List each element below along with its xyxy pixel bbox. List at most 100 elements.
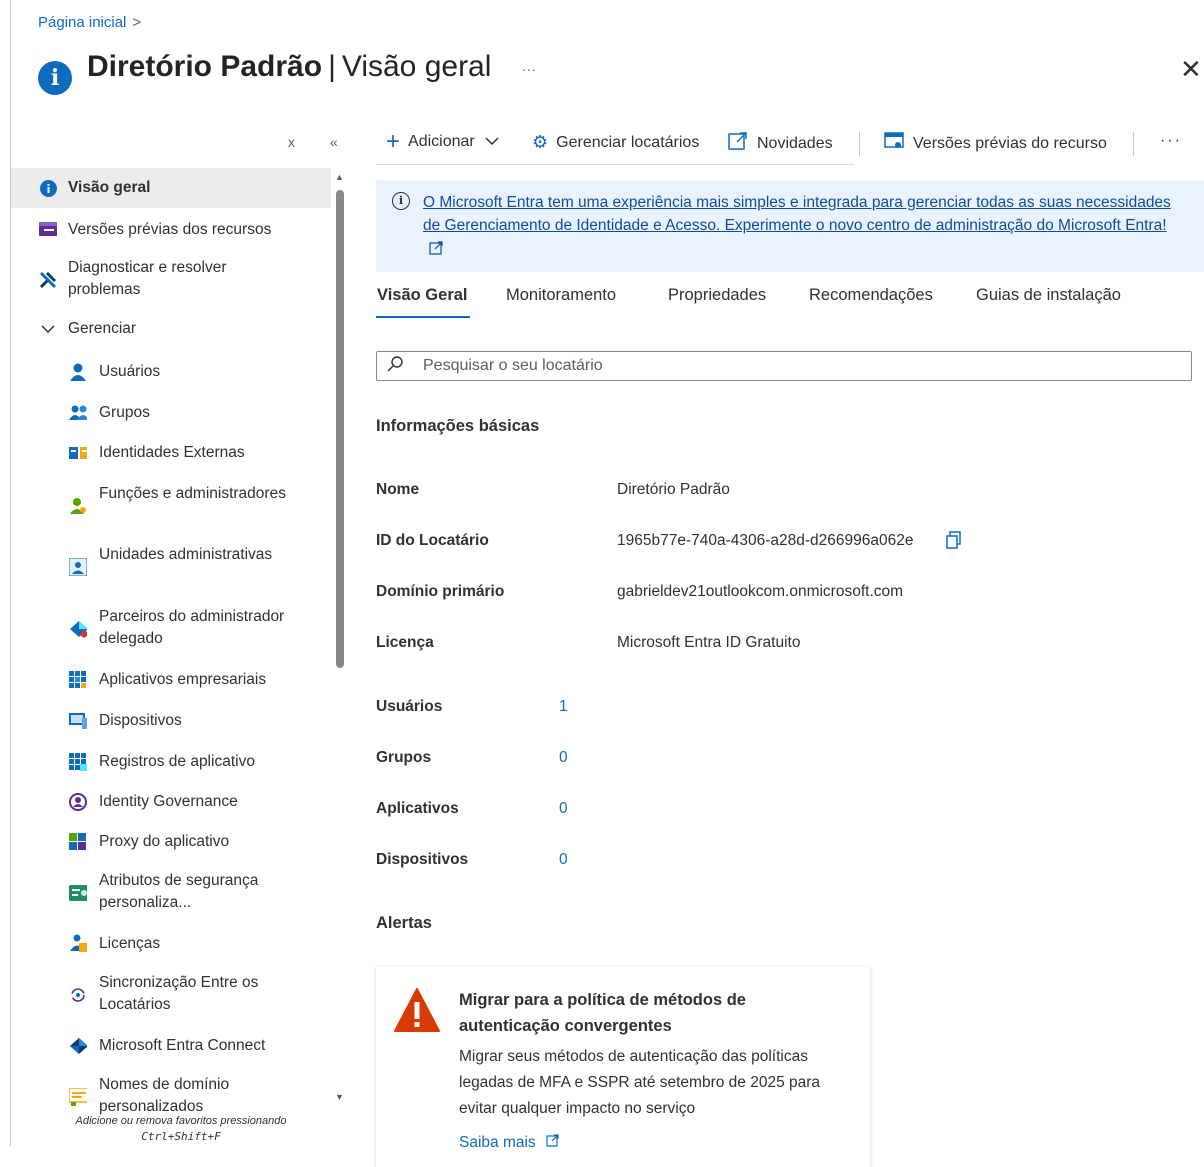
sidebar: Visão geral Versões prévias dos recursos… [11,168,331,1116]
sidebar-item-admin-units[interactable]: Unidades administrativas [11,536,331,598]
field-label-name: Nome [376,481,420,498]
scrollbar-thumb[interactable] [336,190,344,668]
sidebar-item-entra-connect[interactable]: Microsoft Entra Connect [11,1026,331,1066]
sidebar-item-label: Nomes de domínio personalizados [99,1076,230,1115]
gear-icon: ⚙ [532,132,549,152]
page-title-section: Visão geral [341,50,492,83]
sidebar-item-overview[interactable]: Visão geral [11,168,331,208]
preview-features-button[interactable]: Versões prévias do recurso [884,132,1107,155]
breadcrumb: Página inicial > [38,14,141,31]
add-button[interactable]: + Adicionar [386,128,499,155]
count-link-groups[interactable]: 0 [559,749,568,767]
sidebar-item-users[interactable]: Usuários [11,350,331,392]
tenant-search [376,351,1192,381]
basic-info-heading: Informações básicas [376,417,540,435]
sidebar-item-licenses[interactable]: Licenças [11,924,331,964]
preview-features-label: Versões prévias do recurso [913,134,1107,152]
learn-more-link[interactable]: Saiba mais [459,1134,559,1152]
count-link-applications[interactable]: 0 [559,800,568,818]
sidebar-item-label: Dispositivos [99,712,182,729]
preview-features-icon [884,132,904,155]
field-value-tenant-id: 1965b77e-740a-4306-a28d-d266996a062e [617,532,914,549]
sidebar-item-roles[interactable]: Funções e administradores [11,474,331,536]
sidebar-scrollbar[interactable]: ▲ ▼ [333,168,347,1108]
group-icon [69,403,87,421]
licenses-icon [69,934,87,952]
user-icon [69,363,87,381]
count-label-applications: Aplicativos [376,800,459,817]
count-link-devices[interactable]: 0 [559,851,568,869]
sidebar-item-devices[interactable]: Dispositivos [11,700,331,742]
sidebar-item-label: Grupos [99,404,150,421]
count-link-users[interactable]: 1 [559,698,568,716]
sidebar-item-label: Funções e administradores [99,485,286,502]
enterprise-apps-icon [69,671,87,689]
toolbar-divider [1133,132,1134,156]
sidebar-item-label: Parceiros do administrador delegado [99,608,285,647]
breadcrumb-home-link[interactable]: Página inicial [38,14,126,31]
sidebar-item-delegated-partners[interactable]: Parceiros do administrador delegado [11,598,331,660]
close-icon[interactable]: x [288,134,295,150]
whats-new-button[interactable]: Novidades [728,132,833,155]
scroll-up-icon[interactable]: ▲ [335,172,344,182]
sidebar-item-custom-security-attributes[interactable]: Atributos de segurança personaliza... [11,862,331,924]
field-value-primary-domain: gabrieldev21outlookcom.onmicrosoft.com [617,583,904,600]
tab-overview[interactable]: Visão Geral [377,286,468,305]
sidebar-item-external-identities[interactable]: Identidades Externas [11,432,331,474]
plus-icon: + [386,128,401,155]
partners-icon [69,620,87,638]
banner-text: O Microsoft Entra tem uma experiência ma… [423,194,1171,234]
banner-link[interactable]: O Microsoft Entra tem uma experiência ma… [423,191,1183,262]
sidebar-item-label: Visão geral [68,179,151,196]
manage-tenants-button[interactable]: ⚙ Gerenciar locatários [532,132,699,153]
count-label-devices: Dispositivos [376,851,469,868]
command-bar: + Adicionar ⚙ Gerenciar locatários Novid… [376,124,1204,164]
sidebar-item-identity-governance[interactable]: Identity Governance [11,782,331,822]
sidebar-item-label: Atributos de segurança personaliza... [99,872,259,911]
sidebar-item-app-proxy[interactable]: Proxy do aplicativo [11,822,331,862]
field-value-name: Diretório Padrão [617,481,730,498]
sidebar-item-diagnose[interactable]: Diagnosticar e resolver problemas [11,250,331,308]
app-proxy-icon [69,833,87,851]
learn-more-label: Saiba mais [459,1134,536,1151]
sync-icon [69,986,87,1004]
field-label-tenant-id: ID do Locatário [376,532,489,549]
copy-icon[interactable] [946,531,961,549]
tab-setup-guides[interactable]: Guias de instalação [976,286,1121,305]
count-label-groups: Grupos [376,749,432,766]
sidebar-item-app-registrations[interactable]: Registros de aplicativo [11,742,331,782]
tab-monitoring[interactable]: Monitoramento [506,286,616,305]
search-icon [387,356,403,377]
more-options-button[interactable]: ... [522,58,537,74]
external-link-icon [429,239,443,262]
devices-icon [69,712,87,730]
breadcrumb-separator: > [132,14,142,31]
close-button[interactable]: ✕ [1180,54,1202,85]
page-title-name: Diretório Padrão [87,50,323,83]
tab-properties[interactable]: Propriedades [668,286,766,305]
roles-icon [69,497,87,515]
info-icon: i [392,192,410,210]
sidebar-item-groups[interactable]: Grupos [11,392,331,432]
info-icon: i [38,61,72,95]
chevron-down-icon [39,320,57,338]
info-banner: i O Microsoft Entra tem uma experiência … [376,180,1204,272]
scroll-down-icon[interactable]: ▼ [335,1092,344,1102]
sidebar-item-label: Aplicativos empresariais [99,671,267,688]
sidebar-item-label: Proxy do aplicativo [99,833,230,850]
sidebar-item-label: Identity Governance [99,793,238,810]
sidebar-item-enterprise-apps[interactable]: Aplicativos empresariais [11,660,331,700]
page-title: Diretório Padrão | Visão geral [87,50,491,84]
whats-new-label: Novidades [757,134,833,152]
sidebar-item-cross-tenant-sync[interactable]: Sincronização Entre os Locatários [11,964,331,1026]
toolbar-more-button[interactable]: ··· [1160,132,1182,150]
search-input[interactable] [423,355,1163,377]
warning-icon [393,987,441,1037]
sidebar-item-preview-features[interactable]: Versões prévias dos recursos [11,208,331,250]
sidebar-item-label: Gerenciar [68,320,137,337]
sidebar-group-manage[interactable]: Gerenciar [11,308,331,350]
collapse-sidebar-icon[interactable]: « [330,134,338,150]
tab-recommendations[interactable]: Recomendações [809,286,933,305]
sidebar-item-custom-domain-names[interactable]: Nomes de domínio personalizados [11,1066,331,1116]
field-value-license: Microsoft Entra ID Gratuito [617,634,801,651]
